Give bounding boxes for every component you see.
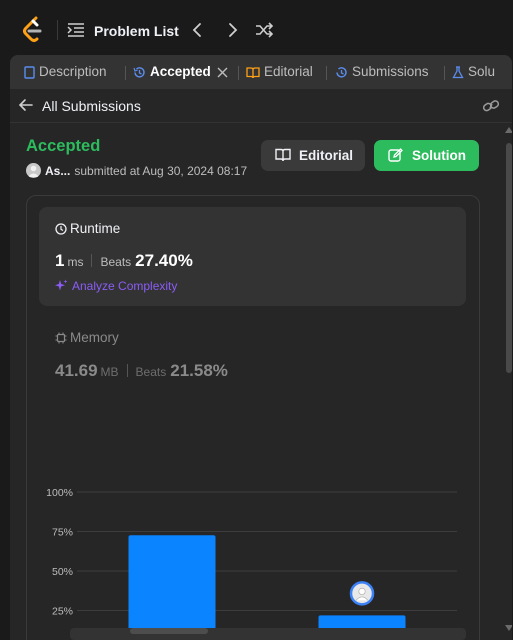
- nav-divider: [57, 20, 58, 40]
- all-submissions-link[interactable]: All Submissions: [42, 98, 141, 114]
- horizontal-scrollbar[interactable]: [70, 628, 466, 640]
- submission-meta: As... submitted at Aug 30, 2024 08:17: [26, 163, 247, 178]
- book-icon: [275, 148, 291, 162]
- tab-description-label: Description: [39, 64, 107, 79]
- performance-card: Runtime 1 ms Beats 27.40% Analyze Complexit…: [26, 195, 480, 640]
- chevron-right-icon[interactable]: [222, 20, 242, 40]
- vertical-scrollbar[interactable]: [506, 143, 512, 373]
- tab-solutions[interactable]: Solu: [452, 64, 495, 82]
- tab-submissions-label: Submissions: [352, 64, 429, 79]
- problem-list-title[interactable]: Problem List: [94, 23, 179, 39]
- tab-separator: [444, 66, 445, 80]
- edit-icon: [388, 148, 403, 162]
- tab-bar: Description Accepted Editorial Submissio…: [10, 55, 512, 89]
- leetcode-logo-icon[interactable]: [20, 16, 46, 44]
- solution-button[interactable]: Solution: [374, 140, 479, 171]
- scroll-down-icon[interactable]: [505, 625, 512, 631]
- link-icon[interactable]: [482, 98, 500, 114]
- editorial-button-label: Editorial: [299, 148, 354, 163]
- submission-panel: Description Accepted Editorial Submissio…: [10, 55, 512, 640]
- your-submission-avatar[interactable]: [349, 581, 375, 606]
- tab-separator: [238, 66, 239, 80]
- submission-subheader: All Submissions: [10, 89, 512, 123]
- distribution-bar[interactable]: [128, 535, 216, 640]
- editorial-button[interactable]: Editorial: [261, 140, 365, 171]
- book-icon: [246, 67, 260, 79]
- y-tick-label: 75%: [52, 527, 73, 539]
- history-icon: [336, 67, 347, 78]
- top-navbar: Problem List: [0, 0, 513, 58]
- problem-list-icon[interactable]: [67, 22, 85, 38]
- avatar[interactable]: [26, 163, 41, 178]
- horizontal-scrollbar-thumb[interactable]: [130, 628, 208, 634]
- history-icon: [133, 67, 145, 78]
- y-tick-label: 25%: [52, 606, 73, 618]
- scroll-up-icon[interactable]: [505, 127, 512, 133]
- tab-separator: [125, 66, 126, 80]
- solution-button-label: Solution: [412, 148, 466, 163]
- tab-separator: [326, 66, 327, 80]
- tab-description[interactable]: Description: [24, 64, 107, 82]
- chevron-left-icon[interactable]: [188, 20, 208, 40]
- document-icon: [24, 66, 35, 79]
- y-tick-label: 100%: [46, 487, 73, 499]
- tab-editorial[interactable]: Editorial: [246, 64, 313, 82]
- tab-accepted[interactable]: Accepted: [133, 64, 211, 82]
- submitter-name[interactable]: As...: [45, 164, 70, 178]
- arrow-left-icon[interactable]: [18, 98, 34, 112]
- submission-status: Accepted: [26, 137, 101, 155]
- shuffle-icon[interactable]: [254, 20, 274, 40]
- tab-accepted-label: Accepted: [150, 64, 211, 79]
- runtime-distribution-chart: 100%75%50%25%0%1ms: [46, 487, 457, 640]
- tab-submissions[interactable]: Submissions: [335, 64, 429, 82]
- tab-solutions-label: Solu: [468, 64, 496, 79]
- tab-editorial-label: Editorial: [264, 64, 313, 79]
- y-tick-label: 50%: [52, 566, 73, 578]
- submission-time: submitted at Aug 30, 2024 08:17: [74, 164, 248, 178]
- flask-icon: [452, 66, 464, 79]
- close-tab-icon[interactable]: [217, 67, 228, 78]
